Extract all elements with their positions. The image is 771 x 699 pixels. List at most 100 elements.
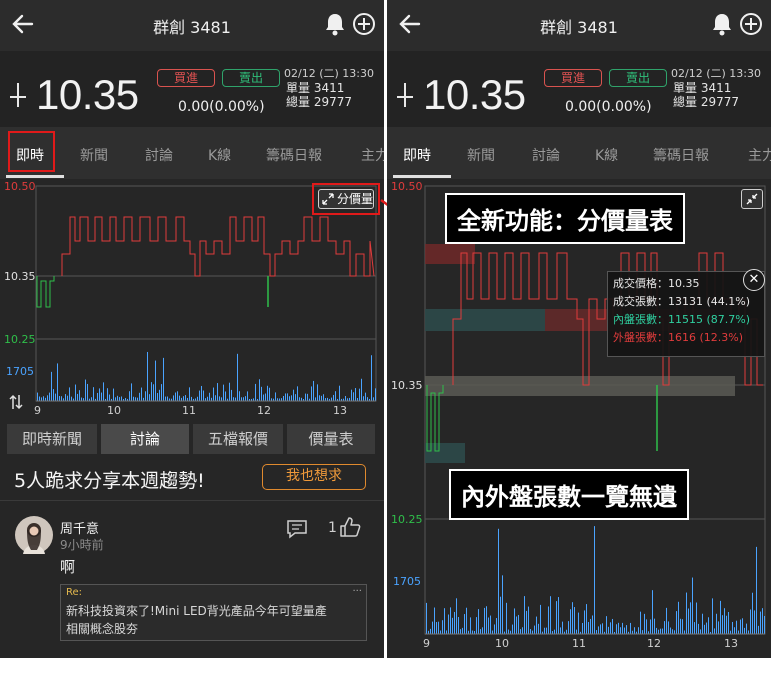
subtab-news[interactable]: 即時新聞 — [7, 424, 97, 454]
tab-chip-daily[interactable]: 籌碼日報 — [266, 145, 322, 165]
collapse-button[interactable] — [741, 189, 763, 209]
swap-icon[interactable] — [8, 393, 24, 411]
volume-bar — [602, 623, 603, 634]
buy-button[interactable]: 買進 — [544, 69, 602, 87]
tab-news[interactable]: 新聞 — [467, 145, 495, 165]
volume-bar — [590, 618, 591, 634]
volume-bar — [754, 610, 755, 634]
x-tick: 10 — [107, 404, 121, 417]
add-circle-icon[interactable] — [739, 12, 763, 36]
volume-bar — [283, 395, 284, 401]
chart-svg — [424, 185, 766, 635]
volume-bar — [43, 396, 44, 401]
volume-bar — [514, 608, 515, 634]
volume-bar — [438, 621, 439, 634]
volume-bar — [702, 613, 703, 634]
volume-bar — [646, 619, 647, 634]
volume-bar — [728, 611, 729, 634]
tab-main-force[interactable]: 主力 — [748, 145, 771, 165]
volume-bar — [339, 385, 340, 401]
volume-bar — [696, 602, 697, 634]
volume-bar — [476, 617, 477, 634]
sell-button[interactable]: 賣出 — [222, 69, 280, 87]
volume-bar — [59, 396, 60, 401]
volume-bar — [752, 592, 753, 634]
volume-bar — [191, 396, 192, 401]
subtab-discussion[interactable]: 討論 — [101, 424, 189, 454]
tab-discussion[interactable]: 討論 — [532, 145, 560, 165]
subtab-price-volume[interactable]: 價量表 — [287, 424, 375, 454]
avatar[interactable] — [15, 516, 53, 554]
tooltip-close-button[interactable]: ✕ — [743, 269, 765, 291]
volume-bar — [630, 622, 631, 634]
active-tab-indicator — [393, 175, 451, 178]
volume-bar — [255, 383, 256, 401]
volume-bar — [500, 596, 501, 634]
volume-bar — [159, 389, 160, 401]
bell-icon[interactable] — [711, 12, 733, 36]
volume-bar — [652, 590, 653, 634]
volume-bar — [235, 397, 236, 401]
volume-bar — [153, 384, 154, 401]
volume-bar — [556, 601, 557, 634]
volume-bar — [618, 622, 619, 634]
top-bar: 群創 3481 — [0, 0, 384, 51]
volume-bar — [530, 629, 531, 634]
volume-bar — [554, 629, 555, 634]
volume-bar — [233, 397, 234, 401]
volume-bar — [434, 607, 435, 634]
volume-bar — [676, 611, 677, 634]
volume-bar — [263, 394, 264, 401]
buy-button[interactable]: 買進 — [157, 69, 215, 87]
volume-bar — [492, 630, 493, 634]
volume-bar — [592, 615, 593, 634]
single-volume: 單量 3411 — [286, 81, 345, 95]
subtab-order-book[interactable]: 五檔報價 — [193, 424, 283, 454]
volume-bar — [452, 617, 453, 634]
volume-bar — [550, 596, 551, 634]
ask-button[interactable]: 我也想求 — [262, 464, 366, 490]
volume-bar — [47, 395, 48, 401]
callout-new-feature: 全新功能：分價量表 — [445, 193, 685, 244]
volume-bar — [606, 616, 607, 634]
volume-bar — [49, 392, 50, 401]
volume-bar — [588, 622, 589, 634]
volume-bar — [616, 624, 617, 634]
volume-bar — [482, 627, 483, 634]
profile-bar — [425, 309, 545, 331]
post-author[interactable]: 周千意 — [60, 518, 99, 537]
volume-bar — [217, 383, 218, 401]
volume-bar — [464, 614, 465, 634]
y-label-top: 10.50 — [4, 180, 36, 193]
tab-chip-daily[interactable]: 籌碼日報 — [653, 145, 709, 165]
tab-kline[interactable]: K線 — [208, 145, 231, 165]
volume-bar — [207, 396, 208, 401]
volume-bar — [642, 630, 643, 634]
add-circle-icon[interactable] — [352, 12, 376, 36]
price-line-up — [61, 216, 375, 277]
x-tick: 13 — [724, 637, 738, 650]
quote-more: ... — [352, 583, 362, 594]
volume-bar — [229, 382, 230, 401]
tab-realtime[interactable]: 即時 — [403, 145, 431, 165]
volume-bar — [578, 612, 579, 634]
tab-discussion[interactable]: 討論 — [145, 145, 173, 165]
main-tabs: 即時 新聞 討論 K線 籌碼日報 主力 — [0, 127, 384, 179]
volume-bar — [355, 388, 356, 401]
tab-kline[interactable]: K線 — [595, 145, 618, 165]
volume-bar — [307, 393, 308, 401]
quoted-post[interactable]: Re: ... 新科技投資來了!Mini LED背光產品今年可望量產 相關概念股… — [60, 583, 367, 641]
comment-icon[interactable] — [286, 519, 308, 539]
volume-bar — [582, 622, 583, 634]
volume-bar — [444, 608, 445, 634]
volume-bar — [678, 601, 679, 634]
tab-main-force[interactable]: 主力 — [361, 145, 384, 165]
tab-news[interactable]: 新聞 — [80, 145, 108, 165]
thumbs-up-icon[interactable] — [339, 516, 361, 538]
sell-button[interactable]: 賣出 — [609, 69, 667, 87]
bell-icon[interactable] — [324, 12, 346, 36]
top-bar: 群創 3481 — [387, 0, 771, 51]
price-line-down — [36, 276, 55, 308]
volume-bar — [81, 397, 82, 401]
collapse-icon — [746, 193, 758, 205]
